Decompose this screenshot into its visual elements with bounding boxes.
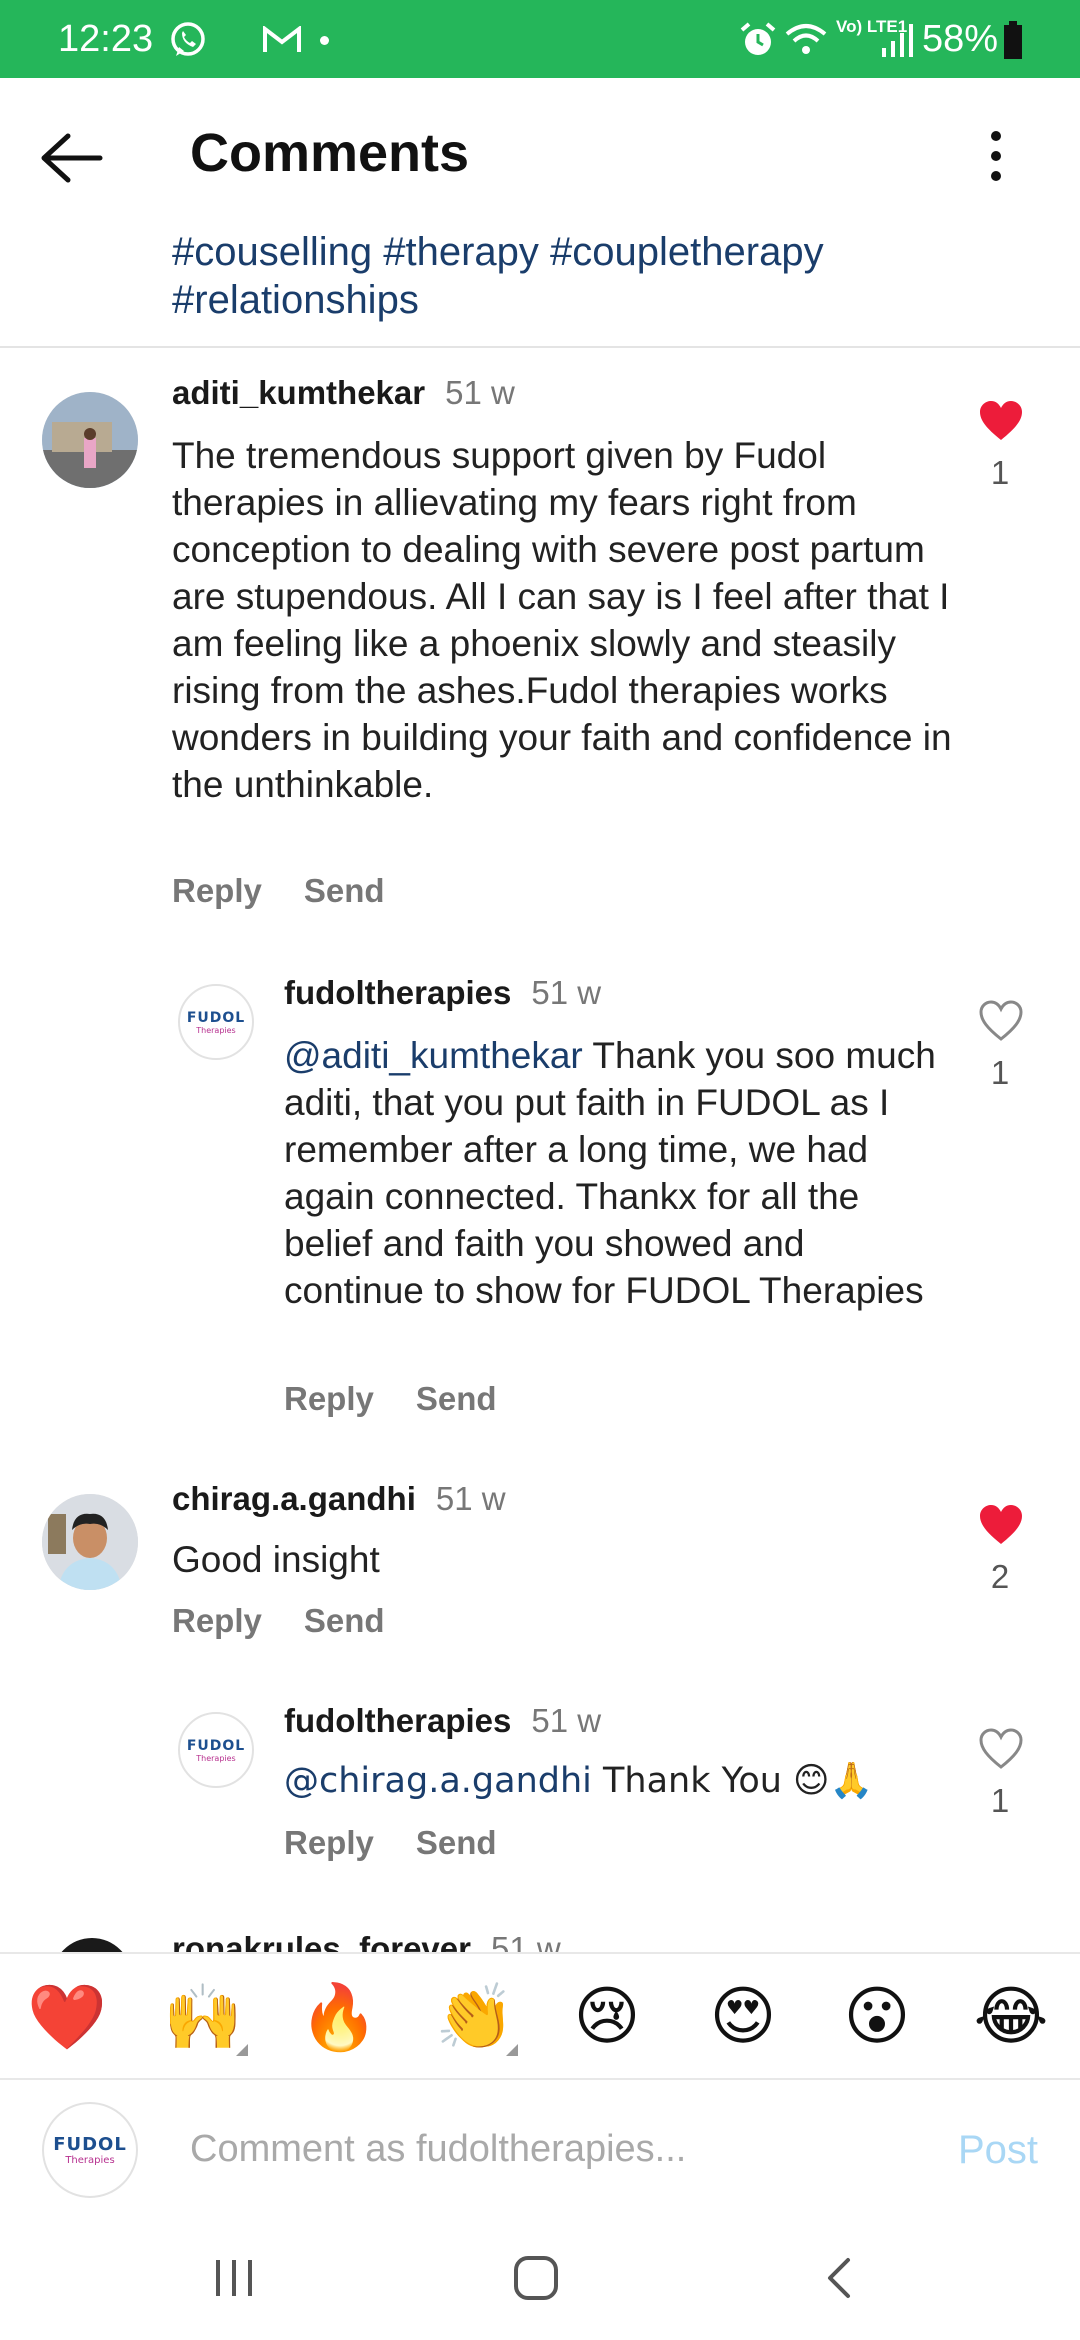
system-back-icon[interactable]	[822, 2256, 854, 2300]
divider	[0, 2078, 1080, 2080]
comment-header: aditi_kumthekar 51 w	[172, 374, 515, 412]
emoji-surprised[interactable]: 😮	[832, 1980, 922, 2054]
avatar[interactable]	[42, 392, 138, 488]
heart-outline-icon[interactable]	[978, 1728, 1024, 1770]
emoji-fire[interactable]: 🔥	[294, 1980, 384, 2055]
like-count: 2	[990, 1558, 1010, 1595]
comment-username[interactable]: chirag.a.gandhi	[172, 1480, 416, 1517]
divider	[0, 346, 1080, 348]
logo-word: FUDOL	[53, 2134, 127, 2155]
gmail-icon	[263, 26, 301, 52]
send-button[interactable]: Send	[304, 1602, 385, 1639]
comment-time: 51 w	[435, 1480, 506, 1517]
more-options-icon[interactable]	[988, 130, 1004, 182]
avatar[interactable]	[52, 1938, 132, 1952]
send-button[interactable]: Send	[416, 1380, 497, 1417]
comment-text: @aditi_kumthekar Thank you soo much adit…	[284, 1032, 954, 1314]
logo-sub: Therapies	[196, 1753, 236, 1763]
avatar-photo	[42, 392, 138, 488]
divider	[0, 1952, 1080, 1954]
mention-link[interactable]: @chirag.a.gandhi	[284, 1761, 592, 1801]
send-button[interactable]: Send	[416, 1824, 497, 1861]
reply-button[interactable]: Reply	[284, 1380, 374, 1417]
comment-text: Good insight	[172, 1539, 380, 1580]
comment-text: @chirag.a.gandhi Thank You 😊🙏	[284, 1758, 954, 1805]
comment-actions: Reply Send	[172, 1602, 427, 1640]
reply-button[interactable]: Reply	[172, 872, 262, 909]
comment-username[interactable]: fudoltherapies	[284, 974, 511, 1011]
clipped-comment: ronakrules_forever 51 w	[0, 1900, 1080, 1952]
send-button[interactable]: Send	[304, 872, 385, 909]
avatar[interactable]: FUDOL Therapies	[178, 1712, 254, 1788]
avatar-photo	[42, 1494, 138, 1590]
like-count: 1	[990, 454, 1010, 491]
comment-time: 51 w	[531, 1702, 602, 1739]
system-nav-bar	[0, 2218, 1080, 2340]
like-count: 1	[990, 1054, 1010, 1091]
signal-icon	[882, 24, 913, 57]
liked-heart-icon[interactable]	[978, 400, 1024, 442]
skin-tone-indicator	[506, 2044, 518, 2056]
mention-link[interactable]: @aditi_kumthekar	[284, 1035, 583, 1076]
battery-percent: 58%	[922, 18, 999, 60]
status-time: 12:23	[58, 18, 154, 60]
post-button[interactable]: Post	[958, 2128, 1038, 2173]
comment-username[interactable]: fudoltherapies	[284, 1702, 511, 1739]
emoji-heart[interactable]: ❤️	[22, 1980, 112, 2055]
page-title: Comments	[190, 123, 470, 183]
comment-body: Thank You 😊🙏	[591, 1761, 874, 1801]
comment-actions: Reply Send	[284, 1824, 539, 1862]
post-caption-hashtags[interactable]: #couselling #therapy #coupletherapy #rel…	[172, 228, 992, 324]
comment-time: 51 w	[445, 374, 515, 411]
avatar[interactable]	[42, 1494, 138, 1590]
logo-word: FUDOL	[186, 1737, 246, 1754]
logo-word: FUDOL	[186, 1009, 246, 1026]
wifi-icon	[785, 24, 827, 54]
back-arrow-icon[interactable]	[40, 132, 104, 184]
notification-dot	[320, 36, 329, 45]
comment-header: ronakrules_forever 51 w	[172, 1930, 561, 1952]
comment-time: 51 w	[490, 1930, 561, 1952]
comment-actions: Reply Send	[172, 872, 427, 910]
reply-button[interactable]: Reply	[172, 1602, 262, 1639]
comment-body: Thank you soo much aditi, that you put f…	[284, 1035, 936, 1311]
like-count: 1	[990, 1782, 1010, 1819]
logo-sub: Therapies	[196, 1025, 236, 1035]
comment-username[interactable]: ronakrules_forever	[172, 1930, 471, 1952]
comment-input[interactable]: Comment as fudoltherapies...	[190, 2128, 686, 2171]
comment-header: chirag.a.gandhi 51 w	[172, 1480, 506, 1518]
home-icon[interactable]	[512, 2254, 560, 2302]
alarm-icon	[740, 22, 776, 55]
logo-sub: Therapies	[65, 2155, 115, 2166]
reply-button[interactable]: Reply	[284, 1824, 374, 1861]
status-bar: 12:23 Vo) LTE1 58%	[0, 0, 1080, 78]
comment-time: 51 w	[531, 974, 602, 1011]
current-user-avatar: FUDOL Therapies	[42, 2102, 138, 2198]
battery-icon	[1004, 21, 1022, 59]
heart-outline-icon[interactable]	[978, 1000, 1024, 1042]
comment-username[interactable]: aditi_kumthekar	[172, 374, 425, 411]
skin-tone-indicator	[236, 2044, 248, 2056]
comment-actions: Reply Send	[284, 1380, 539, 1418]
emoji-heart-eyes[interactable]: 😍	[698, 1980, 788, 2054]
whatsapp-icon	[171, 22, 205, 56]
comment-header: fudoltherapies 51 w	[284, 974, 601, 1012]
liked-heart-icon[interactable]	[978, 1504, 1024, 1546]
comment-header: fudoltherapies 51 w	[284, 1702, 601, 1740]
emoji-raising-hands[interactable]: 🙌	[158, 1980, 248, 2055]
comment-text: The tremendous support given by Fudol th…	[172, 435, 952, 805]
recent-apps-icon[interactable]	[212, 2256, 256, 2300]
avatar[interactable]: FUDOL Therapies	[178, 984, 254, 1060]
emoji-laughing[interactable]: 😂	[966, 1980, 1056, 2054]
emoji-crying[interactable]: 😢	[562, 1980, 652, 2054]
